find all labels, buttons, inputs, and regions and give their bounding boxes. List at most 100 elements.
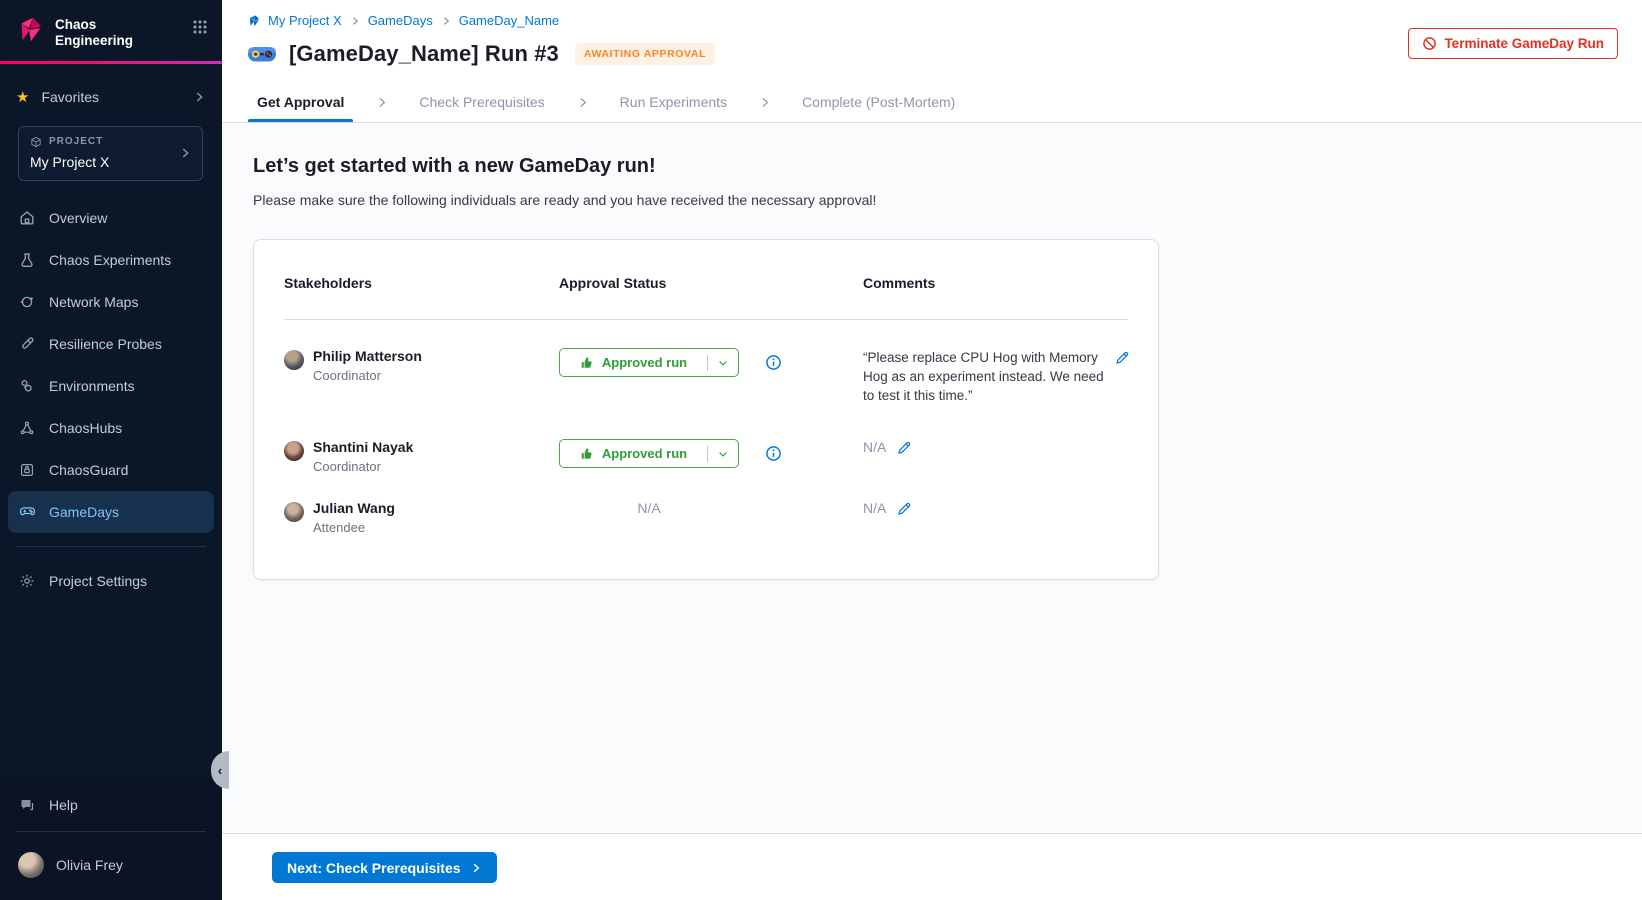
gear-icon (18, 573, 36, 589)
chevron-right-icon (576, 82, 589, 122)
step-run-experiments[interactable]: Run Experiments (620, 82, 727, 122)
flask-icon (18, 252, 36, 268)
table-header-divider (284, 319, 1128, 320)
edit-pencil-icon[interactable] (897, 440, 912, 455)
gamepad-icon (18, 503, 36, 520)
stakeholder-name: Philip Matterson (313, 348, 422, 364)
stakeholders-card: Stakeholders Approval Status Comments Ph… (253, 239, 1159, 580)
table-row: Shantini Nayak Coordinator Approved run (284, 439, 1128, 474)
approval-status-cell: N/A (559, 500, 863, 516)
sidebar-divider (16, 831, 206, 832)
user-name: Olivia Frey (56, 857, 123, 873)
step-complete-post-mortem[interactable]: Complete (Post-Mortem) (802, 82, 955, 122)
stakeholder-role: Coordinator (313, 459, 413, 474)
nav-label: Network Maps (49, 294, 138, 310)
avatar (284, 502, 304, 522)
sidebar-item-chaosguard[interactable]: ChaosGuard (0, 449, 222, 491)
app-window: Chaos Engineering ★ Favorites (0, 0, 1642, 900)
brand-title: Chaos Engineering (55, 15, 133, 49)
sidebar-item-project-settings[interactable]: Project Settings (0, 560, 222, 602)
column-header-approval-status: Approval Status (559, 275, 863, 291)
avatar (284, 441, 304, 461)
sidebar-item-environments[interactable]: Environments (0, 365, 222, 407)
nav-label: ChaosHubs (49, 420, 122, 436)
nav-label: Environments (49, 378, 135, 394)
edit-pencil-icon[interactable] (897, 501, 912, 516)
sidebar-item-network-maps[interactable]: Network Maps (0, 281, 222, 323)
comment-text: “Please replace CPU Hog with Memory Hog … (863, 348, 1115, 405)
info-icon[interactable] (765, 445, 782, 462)
home-icon (18, 210, 36, 226)
gamepad-emoji-icon (247, 43, 277, 65)
module-grid-icon[interactable] (192, 15, 208, 35)
thumbs-up-icon (580, 447, 594, 461)
lock-icon (18, 462, 36, 478)
breadcrumb: My Project X GameDays GameDay_Name (247, 13, 1618, 28)
approval-status-dropdown[interactable]: Approved run (559, 439, 739, 468)
chevron-down-icon[interactable] (708, 357, 738, 369)
breadcrumb-gamedays[interactable]: GameDays (368, 13, 433, 28)
project-label: PROJECT (49, 136, 103, 147)
chevron-right-icon (758, 82, 771, 122)
chevron-right-icon (178, 146, 192, 160)
sidebar-item-chaos-experiments[interactable]: Chaos Experiments (0, 239, 222, 281)
chevron-right-icon (192, 90, 206, 104)
network-map-icon (18, 294, 36, 310)
edit-pencil-icon[interactable] (1115, 350, 1130, 365)
sidebar-nav: Overview Chaos Experiments Network Maps … (0, 197, 222, 533)
chevron-down-icon[interactable] (708, 448, 738, 460)
project-name: My Project X (30, 154, 192, 170)
sidebar-item-gamedays[interactable]: GameDays (8, 491, 214, 533)
column-header-stakeholders: Stakeholders (284, 275, 559, 291)
sidebar-item-chaoshubs[interactable]: ChaosHubs (0, 407, 222, 449)
stakeholder-role: Attendee (313, 520, 395, 535)
avatar (284, 350, 304, 370)
comment-cell: N/A (863, 439, 1128, 455)
page-header: My Project X GameDays GameDay_Name (222, 0, 1642, 82)
step-check-prerequisites[interactable]: Check Prerequisites (419, 82, 544, 122)
info-icon[interactable] (765, 354, 782, 371)
table-header-row: Stakeholders Approval Status Comments (284, 275, 1128, 291)
table-row: Julian Wang Attendee N/A N/A (284, 500, 1128, 535)
stakeholder-cell: Julian Wang Attendee (284, 500, 559, 535)
sidebar-item-help[interactable]: Help (0, 789, 222, 821)
stakeholder-cell: Philip Matterson Coordinator (284, 348, 559, 383)
sidebar-item-overview[interactable]: Overview (0, 197, 222, 239)
approval-status-cell: Approved run (559, 348, 863, 377)
chevron-right-icon (470, 862, 482, 874)
sidebar-item-resilience-probes[interactable]: Resilience Probes (0, 323, 222, 365)
prohibit-icon (1422, 36, 1437, 51)
footer-bar: Next: Check Prerequisites (222, 833, 1642, 900)
step-get-approval[interactable]: Get Approval (257, 82, 344, 122)
comment-cell: N/A (863, 500, 1128, 516)
comment-cell: “Please replace CPU Hog with Memory Hog … (863, 348, 1130, 405)
chevron-right-icon (440, 15, 452, 27)
content-subheading: Please make sure the following individua… (253, 192, 1618, 208)
stepper: Get Approval Check Prerequisites Run Exp… (222, 82, 1642, 123)
hub-icon (18, 420, 36, 436)
project-selector[interactable]: PROJECT My Project X (18, 126, 203, 181)
breadcrumb-gameday-name[interactable]: GameDay_Name (459, 13, 559, 28)
terminate-gameday-button[interactable]: Terminate GameDay Run (1408, 28, 1618, 59)
avatar (18, 852, 44, 878)
breadcrumb-project[interactable]: My Project X (268, 13, 342, 28)
approval-status-dropdown[interactable]: Approved run (559, 348, 739, 377)
table-row: Philip Matterson Coordinator Approved ru… (284, 348, 1128, 405)
main-area: My Project X GameDays GameDay_Name (222, 0, 1642, 900)
nav-label: GameDays (49, 504, 119, 520)
nav-label: Overview (49, 210, 107, 226)
sidebar-bottom: Help Olivia Frey (0, 777, 222, 900)
sidebar-divider (16, 546, 206, 547)
page-title: [GameDay_Name] Run #3 (289, 41, 559, 67)
help-label: Help (49, 797, 78, 813)
user-profile[interactable]: Olivia Frey (0, 842, 222, 900)
sidebar-item-favorites[interactable]: ★ Favorites (0, 85, 222, 109)
next-check-prerequisites-button[interactable]: Next: Check Prerequisites (272, 852, 497, 883)
help-chat-icon (18, 797, 36, 813)
gameday-breadcrumb-icon (247, 14, 261, 28)
comment-text: N/A (863, 439, 886, 455)
stakeholder-name: Shantini Nayak (313, 439, 413, 455)
thumbs-up-icon (580, 356, 594, 370)
comment-text: N/A (863, 500, 886, 516)
status-na: N/A (559, 500, 739, 516)
